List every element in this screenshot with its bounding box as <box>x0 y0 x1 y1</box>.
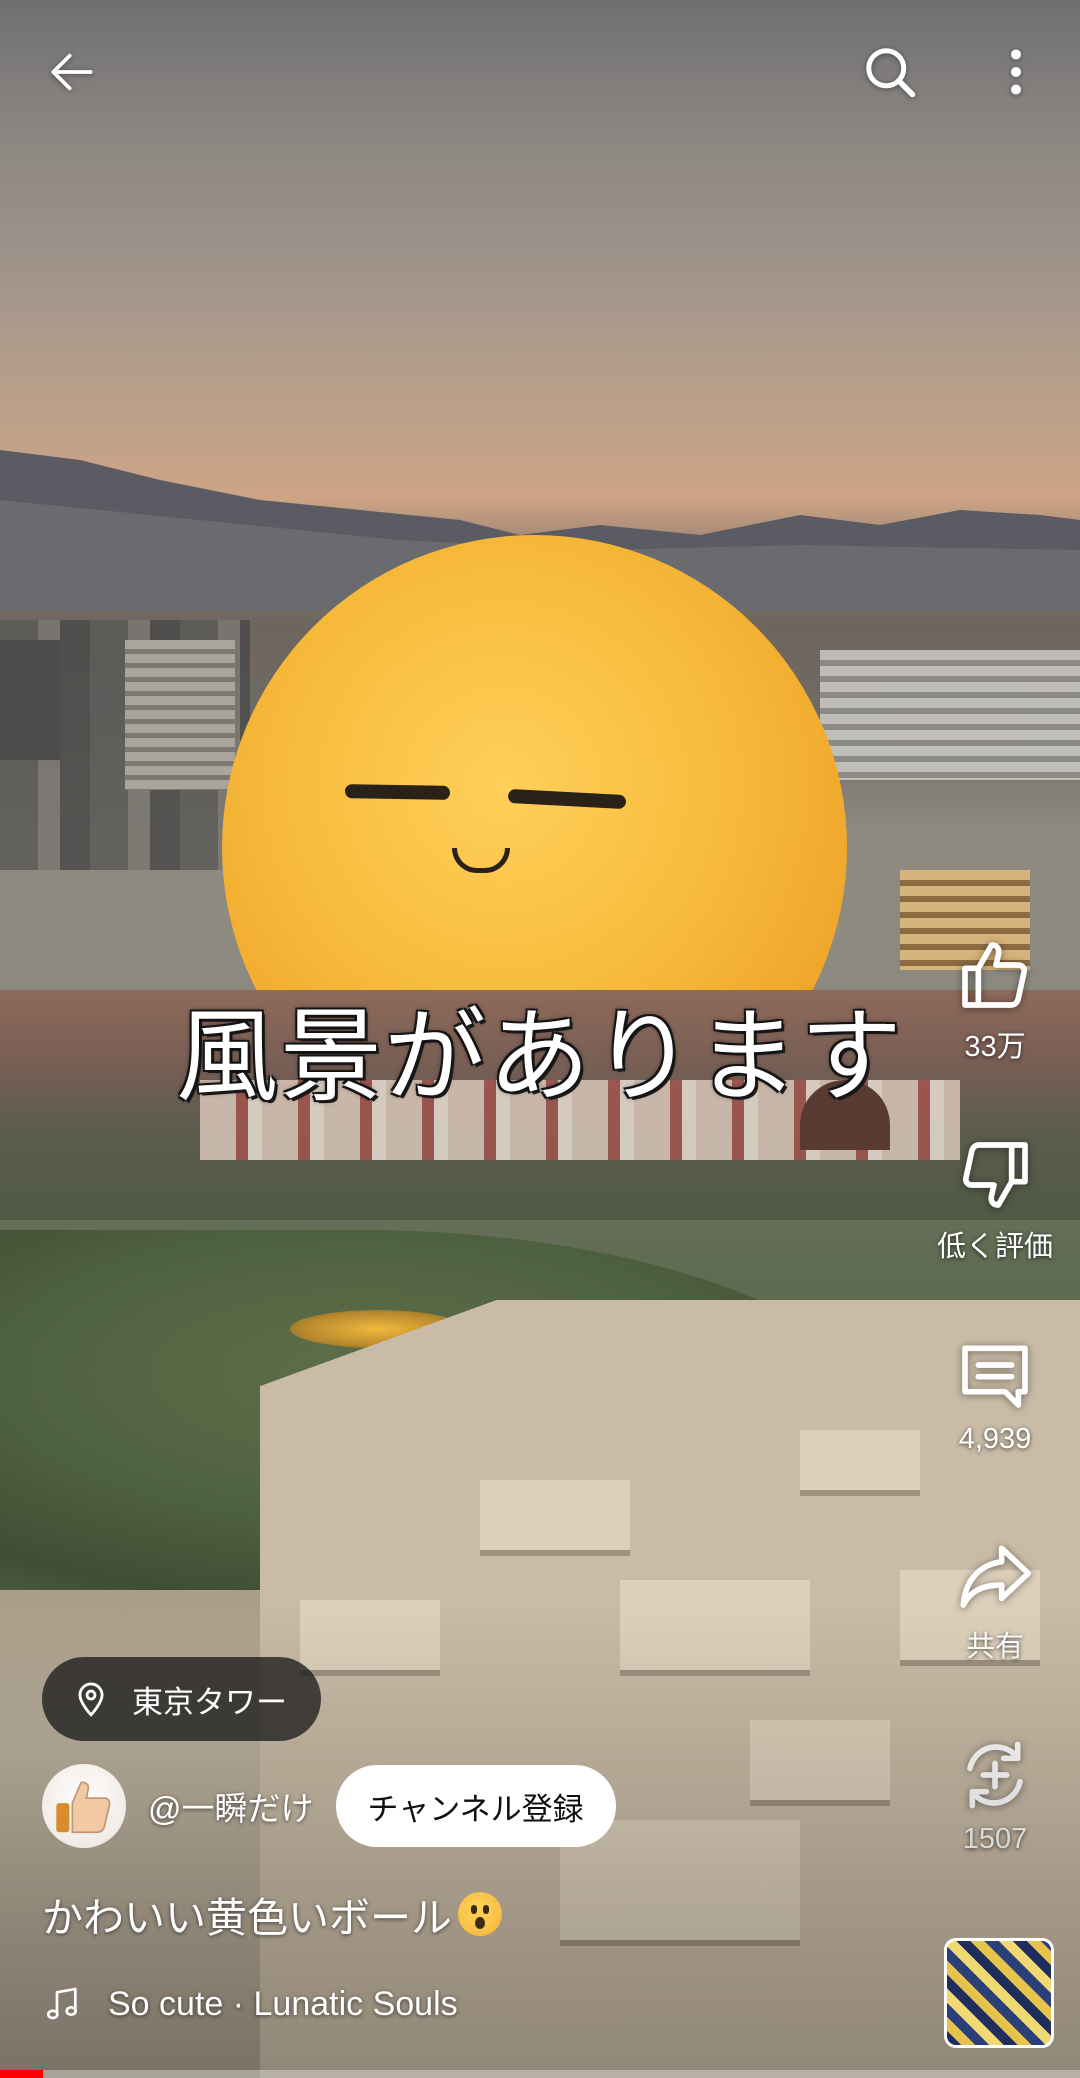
rooftop-block <box>480 1480 630 1550</box>
music-label: So cute · Lunatic Souls <box>108 1984 458 2023</box>
more-vertical-icon <box>1011 49 1021 95</box>
comments-button[interactable]: 4,939 <box>925 1335 1065 1456</box>
sphere-clip <box>0 0 1080 990</box>
thumbs-up-avatar-icon <box>56 1781 111 1834</box>
dislike-button[interactable]: 低く評価 <box>925 1135 1065 1265</box>
dislike-label: 低く評価 <box>936 1231 1053 1263</box>
search-button[interactable] <box>840 22 940 122</box>
yellow-sphere <box>222 535 847 990</box>
channel-avatar[interactable] <box>42 1764 126 1848</box>
music-row[interactable]: So cute · Lunatic Souls <box>42 1982 458 2026</box>
back-button[interactable] <box>22 22 122 122</box>
music-note-icon <box>46 1987 78 2020</box>
search-icon <box>866 48 916 98</box>
sound-thumbnail[interactable] <box>944 1938 1054 2048</box>
like-button[interactable]: 33万 <box>925 935 1065 1065</box>
location-chip[interactable]: 東京タワー <box>42 1657 321 1741</box>
video-title-text: かわいい黄色いボール <box>42 1895 452 1941</box>
location-pin-icon <box>78 1682 104 1717</box>
progress-bar[interactable] <box>0 2070 1080 2078</box>
location-label: 東京タワー <box>132 1684 287 1720</box>
shorts-player-screen: 風景があります 33万 低く評価 4,939 共有 1507 <box>0 0 1080 2078</box>
subscribe-button[interactable]: チャンネル登録 <box>335 1765 616 1847</box>
rooftop-block <box>800 1430 920 1490</box>
video-title[interactable]: かわいい黄色いボール <box>42 1884 502 1944</box>
surprised-face-emoji <box>458 1892 502 1936</box>
comment-icon <box>962 1345 1028 1408</box>
like-count: 33万 <box>964 1031 1026 1063</box>
thumbs-down-icon <box>962 1142 1028 1208</box>
arrow-left-icon <box>51 53 93 91</box>
progress-bar-fill <box>0 2070 44 2078</box>
more-options-button[interactable] <box>966 22 1066 122</box>
comment-count: 4,939 <box>958 1423 1032 1455</box>
channel-row: @一瞬だけ チャンネル登録 <box>42 1764 616 1848</box>
video-caption-overlay: 風景があります <box>176 1000 904 1114</box>
channel-name[interactable]: @一瞬だけ <box>148 1782 314 1830</box>
thumbs-up-icon <box>962 942 1028 1008</box>
sphere-left-eye <box>344 784 451 800</box>
